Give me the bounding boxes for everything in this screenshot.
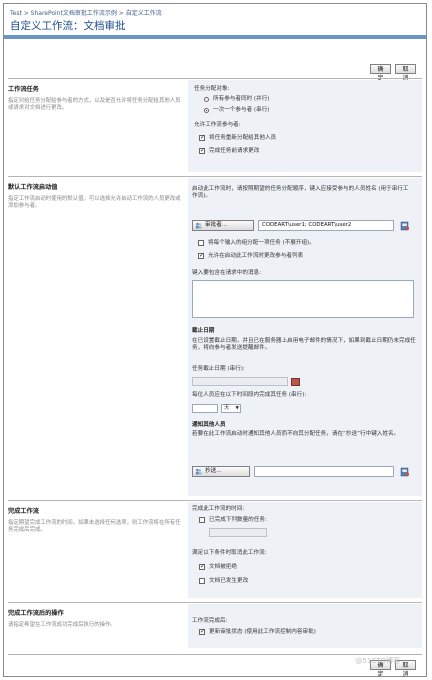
section-complete-panel: 完成此工作流的时间: 已完成下列数量的任务: 满足以下条件时取消此工作流: ✓ … <box>188 502 422 598</box>
radio-parallel-label: 所有参与者同时 (并行) <box>213 96 270 102</box>
section-description: 指定对给任务分配给参与者的方式，以及是否允许将任务分配给其他人员或请求对文档进行… <box>8 98 181 111</box>
header-divider <box>4 35 426 39</box>
assign-label: 任务分配对象: <box>194 86 230 92</box>
changed-checkbox[interactable] <box>199 578 205 584</box>
breadcrumb[interactable]: Test > SharePoint文档审批工作流示例 > 自定义工作流 <box>10 8 162 17</box>
section-title: 完成工作流 <box>8 508 39 515</box>
section-divider <box>8 176 422 177</box>
notify-title: 通知其他人员 <box>192 422 226 428</box>
watermark: @51CTO博客 <box>355 657 400 665</box>
section-post-panel: 工作流完成后: ✓ 更新审批状态 (使用此工作流控制内容审批) <box>188 604 422 648</box>
radio-serial[interactable] <box>204 108 209 113</box>
page-header: Test > SharePoint文档审批工作流示例 > 自定义工作流 自定义工… <box>4 4 426 39</box>
message-label: 键入要包含在请求中的消息: <box>192 270 262 276</box>
task-count-checkbox[interactable] <box>199 517 205 523</box>
approvers-intro: 启动此工作流时，请按照期望的任务分配顺序，键入应接受参与的人员姓名 (用于串行工… <box>192 186 409 199</box>
due-date-label: 任务截止日期 (串行): <box>192 366 245 372</box>
chevron-down-icon: ▼ <box>235 406 239 411</box>
complete-when-label: 完成此工作流的时间: <box>192 506 245 512</box>
duration-label: 每位人员应在以下时间段内完成其任务 (串行): <box>192 392 307 398</box>
section-defaults-panel: 启动此工作流时，请按照期望的任务分配顺序，键入应接受参与的人员姓名 (用于串行工… <box>188 178 422 496</box>
people-icon <box>195 468 202 475</box>
page-title: 自定义工作流：文档审批 <box>10 20 126 32</box>
due-date-description: 在已设置截止日期，并且已在服务器上启用电子邮件的情况下，如果到截止日期仍未完成任… <box>192 338 416 351</box>
assign-group-checkbox[interactable] <box>198 240 204 246</box>
section-description: 指定期望完成工作流的时间。如果未选择任何选项，则工作流将在所有任务完成后完成。 <box>8 520 181 533</box>
approvers-input[interactable]: CODEART\user1; CODEART\user2 <box>258 220 394 231</box>
section-title: 工作流任务 <box>8 86 39 93</box>
assign-group-label: 将每个输入的组分配一项任务 (不展开组)。 <box>208 240 315 246</box>
rejected-checkbox[interactable]: ✓ <box>199 564 205 570</box>
radio-serial-label: 一次一个参与者 (串行) <box>213 107 270 113</box>
calendar-icon[interactable] <box>291 378 300 386</box>
section-description: 请指定希望在工作流成功完成后执行的操作。 <box>8 622 116 628</box>
duration-unit-select[interactable]: 天 ▼ <box>221 404 241 413</box>
update-status-label: 更新审批状态 (使用此工作流控制内容审批) <box>209 629 316 635</box>
section-title: 默认工作流启动值 <box>8 184 58 191</box>
rejected-label: 文档被拒绝 <box>209 564 237 570</box>
reassign-checkbox[interactable]: ✓ <box>199 135 205 141</box>
address-book-icon[interactable] <box>400 467 410 477</box>
section-participants-panel: 任务分配对象: 所有参与者同时 (并行) 一次一个参与者 (串行) 允许工作流参… <box>188 80 422 172</box>
cc-button[interactable]: 抄送... <box>192 466 250 477</box>
cc-button-label: 抄送... <box>205 468 222 474</box>
section-participants-info: 工作流任务 指定对给任务分配给参与者的方式，以及是否允许将任务分配给其他人员或请… <box>8 84 184 112</box>
cc-input[interactable] <box>254 466 394 477</box>
section-defaults-info: 默认工作流启动值 指定工作流启动时使用的默认值。可以选择允许启动工作流的人员更改… <box>8 182 184 210</box>
task-count-label: 已完成下列数量的任务: <box>209 517 267 523</box>
duration-unit-value: 天 <box>224 405 230 411</box>
cancel-when-label: 满足以下条件时取消此工作流: <box>192 550 267 556</box>
section-description: 指定工作流启动时使用的默认值。可以选择允许启动工作流的人员更改或添加参与者。 <box>8 196 181 209</box>
section-post-info: 完成工作流后的操作 请指定希望在工作流成功完成后执行的操作。 <box>8 608 184 629</box>
cancel-button-top[interactable]: 取消 <box>395 64 416 82</box>
allow-change-checkbox[interactable]: ✓ <box>198 253 204 259</box>
section-title: 完成工作流后的操作 <box>8 610 64 617</box>
due-date-input[interactable] <box>192 377 288 386</box>
section-divider <box>8 654 422 655</box>
due-date-title: 截止日期 <box>192 328 215 334</box>
allow-change-label: 允许在启动此工作流时更改参与者列表 <box>208 253 304 259</box>
section-divider <box>8 602 422 603</box>
ok-button-top[interactable]: 确定 <box>370 64 391 82</box>
section-divider <box>8 500 422 501</box>
approvers-button[interactable]: 审批者... <box>192 220 254 231</box>
update-status-checkbox[interactable]: ✓ <box>199 629 205 635</box>
changed-label: 文档已发生更改 <box>209 578 249 584</box>
request-change-label: 完成任务前请求更改 <box>209 148 260 154</box>
notify-description: 若要在此工作流启动时通知其他人员而不向其分配任务，请在“抄送”行中键入姓名。 <box>192 431 400 437</box>
section-divider <box>8 78 422 79</box>
approvers-button-label: 审批者... <box>205 222 228 228</box>
section-complete-info: 完成工作流 指定期望完成工作流的时间。如果未选择任何选项，则工作流将在所有任务完… <box>8 506 184 534</box>
radio-parallel[interactable] <box>204 97 209 102</box>
after-complete-label: 工作流完成后: <box>192 618 228 624</box>
allow-label: 允许工作流参与者: <box>194 122 241 128</box>
page-frame: Test > SharePoint文档审批工作流示例 > 自定义工作流 自定义工… <box>3 3 427 677</box>
message-textarea[interactable] <box>192 280 414 318</box>
task-count-input[interactable] <box>209 528 267 537</box>
duration-input[interactable] <box>192 404 218 413</box>
address-book-icon[interactable] <box>400 221 410 231</box>
reassign-label: 将任务重新分配给其他人员 <box>209 135 277 141</box>
people-icon <box>195 222 202 229</box>
request-change-checkbox[interactable]: ✓ <box>199 148 205 154</box>
